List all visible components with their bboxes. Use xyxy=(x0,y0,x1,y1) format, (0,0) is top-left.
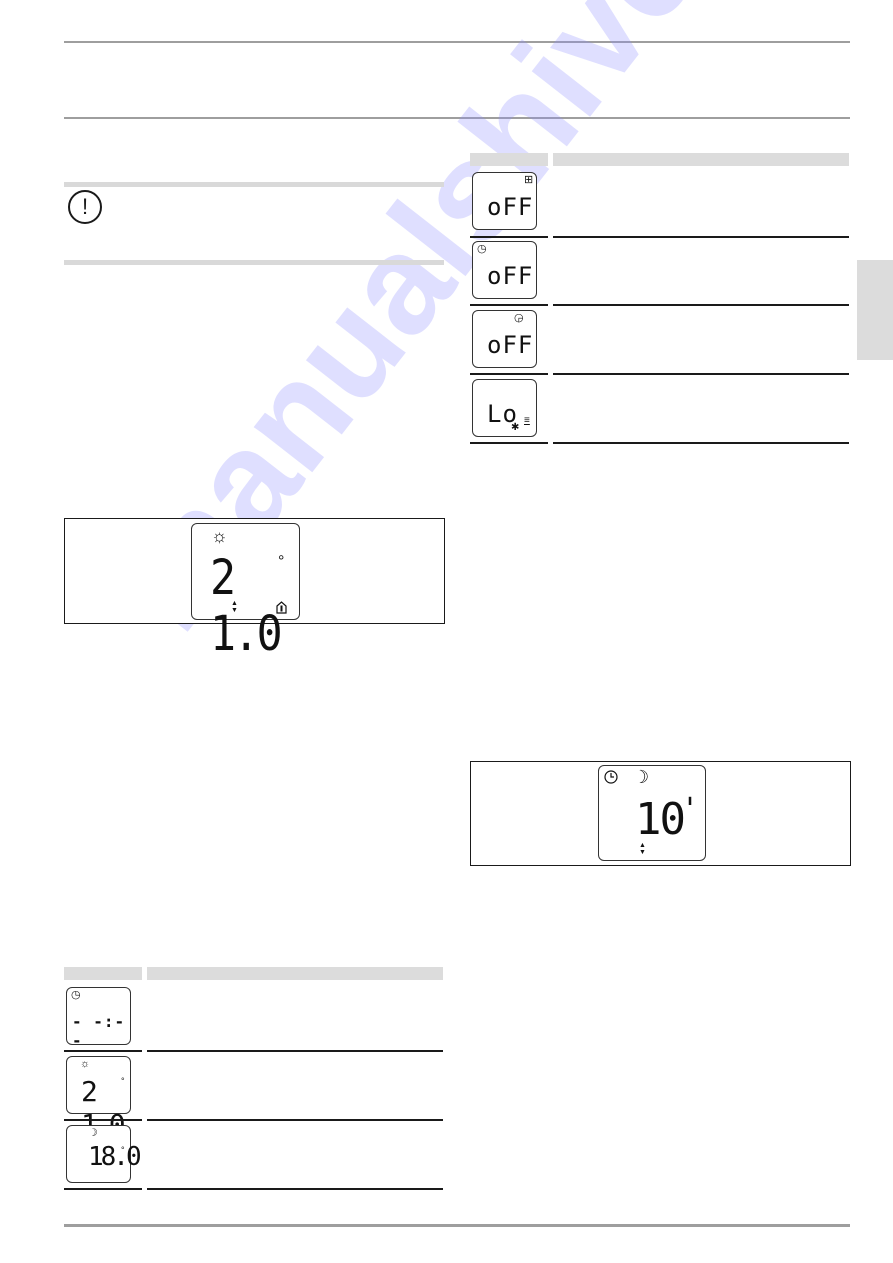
up-down-arrows-icon: ▲ ▼ xyxy=(231,600,238,614)
degree-symbol: ° xyxy=(278,553,285,570)
sun-icon: ☼ xyxy=(211,526,228,546)
degree-symbol: ° xyxy=(121,1145,125,1155)
moon-icon: ☽ xyxy=(633,767,650,787)
moon-icon: ☽ xyxy=(88,1127,98,1139)
fan-icon: ✱ xyxy=(511,422,520,433)
row-divider xyxy=(64,1188,142,1190)
lcd-thumbnail: ◷ oFF xyxy=(472,241,537,299)
lcd-display: ☽ 10 ' ▲ ▼ xyxy=(598,765,706,861)
row-divider xyxy=(64,1050,142,1052)
row-divider xyxy=(470,373,548,375)
table-left-header-col1 xyxy=(64,967,142,980)
notice-bar-bottom xyxy=(64,260,444,265)
row-divider xyxy=(470,442,548,444)
row-divider xyxy=(147,1188,443,1190)
display-value: oFF xyxy=(487,193,534,221)
display-value: oFF xyxy=(487,331,534,359)
row-divider xyxy=(64,1119,142,1121)
display-value: 18.0 xyxy=(88,1142,142,1172)
lcd-display: ☼ 2 1.0 ° ▲ ▼ xyxy=(191,523,300,662)
window-icon: ⊞ xyxy=(524,174,534,186)
clock-icon xyxy=(604,770,618,784)
figure-display-timer: ☽ 10 ' ▲ ▼ xyxy=(470,761,851,866)
row-divider xyxy=(470,236,548,238)
lcd-thumbnail: ☼ 2 1.0 ° xyxy=(66,1056,131,1141)
table-left-header-col2 xyxy=(147,967,443,980)
clock-icon: ◷ xyxy=(71,989,81,1001)
footer-rule xyxy=(64,1224,850,1227)
row-divider xyxy=(553,236,849,238)
row-divider xyxy=(147,1050,443,1052)
row-divider xyxy=(147,1119,443,1121)
minute-mark: ' xyxy=(681,792,701,827)
chapter-side-tab xyxy=(857,260,893,360)
table-right-header-col2 xyxy=(553,153,849,166)
header-rule-bottom xyxy=(64,117,850,119)
figure-display-temperature: ☼ 2 1.0 ° ▲ ▼ xyxy=(64,518,445,662)
display-value: - -:- - xyxy=(72,1012,126,1050)
timer-clock-icon: ◶ xyxy=(514,312,524,324)
lcd-thumbnail: Lo ✱ ≡ xyxy=(472,379,537,437)
degree-symbol: ° xyxy=(121,1076,125,1086)
row-divider xyxy=(553,442,849,444)
heater-icon: ≡ xyxy=(524,415,530,426)
notice-bar-top xyxy=(64,182,444,187)
display-value: oFF xyxy=(487,262,534,290)
sun-icon: ☼ xyxy=(80,1058,91,1070)
house-thermometer-icon xyxy=(276,601,287,614)
table-right-header-col1 xyxy=(470,153,548,166)
row-divider xyxy=(470,304,548,306)
row-divider xyxy=(553,373,849,375)
header-rule-top xyxy=(64,41,850,43)
lcd-thumbnail: ☽ 18.0 ° xyxy=(66,1125,142,1183)
timer-value: 10 xyxy=(635,794,686,845)
exclamation-circle-icon: ! xyxy=(68,190,102,224)
lcd-thumbnail: ◷ - -:- - xyxy=(66,987,131,1050)
clock-icon: ◷ xyxy=(477,243,487,255)
row-divider xyxy=(553,304,849,306)
up-down-arrows-icon: ▲ ▼ xyxy=(639,842,646,856)
lcd-thumbnail: ⊞ oFF xyxy=(472,172,537,230)
lcd-thumbnail: ◶ oFF xyxy=(472,310,537,368)
